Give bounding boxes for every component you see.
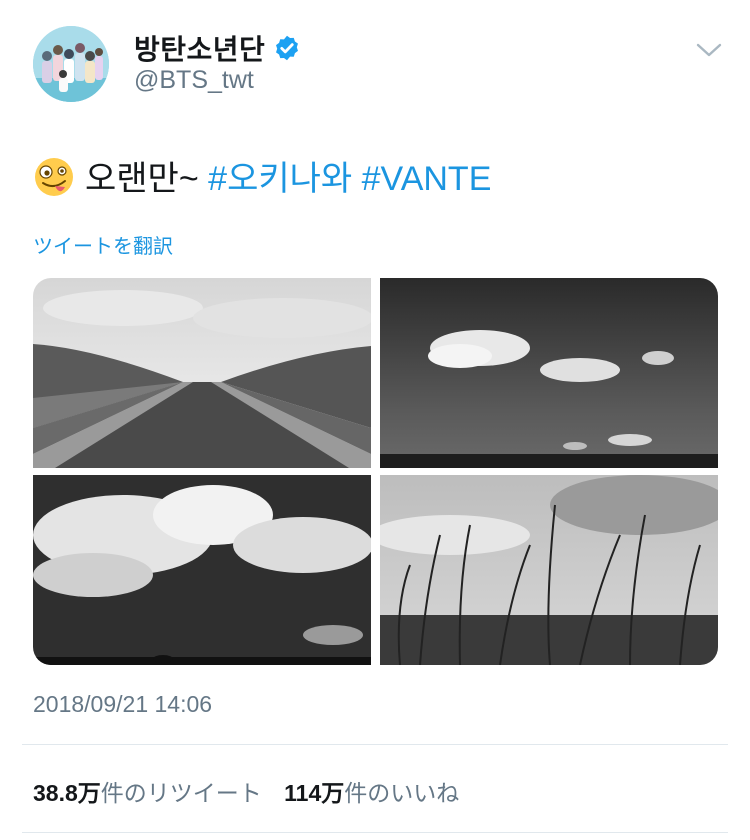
translate-tweet-link[interactable]: ツイートを翻訳 xyxy=(33,230,173,259)
verified-badge-icon xyxy=(276,35,299,61)
tweet-timestamp[interactable]: 2018/09/21 14:06 xyxy=(33,691,212,718)
media-grid xyxy=(33,278,718,665)
divider xyxy=(22,832,728,833)
retweets-stat[interactable]: 38.8万件のリツイート xyxy=(33,780,262,806)
user-handle[interactable]: @BTS_twt xyxy=(134,66,254,95)
likes-stat[interactable]: 114万件のいいね xyxy=(284,780,459,806)
avatar-image xyxy=(33,26,109,102)
tweet-text: 오랜만~ #오키나와 #VANTE xyxy=(33,156,491,202)
avatar[interactable] xyxy=(33,26,109,102)
name-row: 방탄소년단 xyxy=(134,28,301,68)
retweet-label: 件のリツイート xyxy=(100,780,262,806)
photo-clouds-sea[interactable] xyxy=(380,278,718,468)
photo-tall-grass[interactable] xyxy=(380,475,718,665)
hashtag-link[interactable]: #오키나와 xyxy=(208,160,352,198)
zany-face-emoji-icon xyxy=(35,158,73,196)
retweet-count: 38.8万 xyxy=(33,780,101,806)
like-count: 114万 xyxy=(284,780,345,806)
chevron-down-icon[interactable] xyxy=(695,40,723,60)
display-name[interactable]: 방탄소년단 xyxy=(134,28,265,68)
tweet-body-text: 오랜만~ xyxy=(85,160,199,198)
divider xyxy=(22,744,728,745)
photo-road[interactable] xyxy=(33,278,371,468)
like-label: 件のいいね xyxy=(344,780,460,806)
hashtag-link[interactable]: #VANTE xyxy=(362,160,492,198)
tweet-stats: 38.8万件のリツイート 114万件のいいね xyxy=(33,774,459,808)
photo-cumulus-sky[interactable] xyxy=(33,475,371,665)
